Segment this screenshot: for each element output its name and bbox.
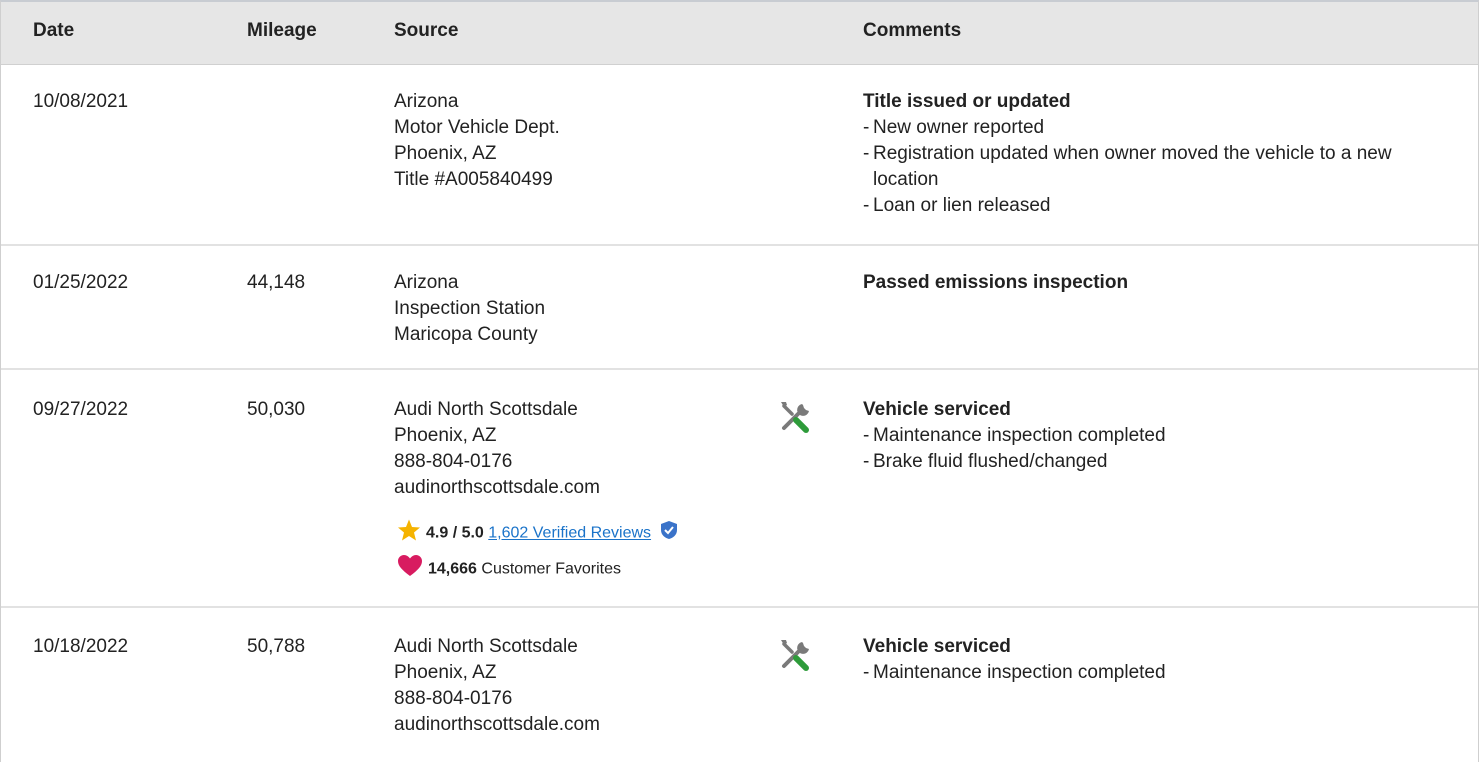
source-line: 888-804-0176 [394, 451, 513, 472]
comment-item: Maintenance inspection completed [863, 423, 1463, 449]
row-source: Audi North Scottsdale Phoenix, AZ 888-80… [394, 634, 600, 738]
comment-title: Vehicle serviced [863, 399, 1011, 420]
source-line: Audi North Scottsdale [394, 399, 578, 420]
row-date: 10/18/2022 [33, 636, 129, 657]
verified-badge-icon [660, 520, 678, 547]
source-line: audinorthscottsdale.com [394, 477, 600, 498]
source-line: Maricopa County [394, 324, 538, 345]
row-source: Arizona Inspection Station Maricopa Coun… [394, 270, 545, 348]
row-mileage: 50,788 [247, 636, 306, 657]
row-date: 09/27/2022 [33, 399, 129, 420]
verified-reviews-link[interactable]: 1,602 Verified Reviews [488, 525, 651, 542]
table-row: 10/18/2022 50,788 Audi North Scottsdale … [1, 608, 1478, 768]
source-line: Phoenix, AZ [394, 662, 497, 683]
source-line: Title #A005840499 [394, 169, 553, 190]
table-header: Date Mileage Source Comments [1, 2, 1478, 65]
favorites-label: Customer Favorites [481, 560, 621, 578]
customer-favorites: 14,666 Customer Favorites [397, 554, 621, 585]
source-line: 888-804-0176 [394, 688, 513, 709]
service-wrench-icon [778, 636, 816, 674]
header-source: Source [394, 20, 459, 41]
table-row: 01/25/2022 44,148 Arizona Inspection Sta… [1, 246, 1478, 370]
vehicle-history-table: Date Mileage Source Comments 10/08/2021 … [0, 0, 1479, 762]
source-line: Arizona [394, 272, 459, 293]
source-line: Arizona [394, 91, 459, 112]
comment-item: Registration updated when owner moved th… [863, 141, 1453, 193]
row-date: 10/08/2021 [33, 91, 129, 112]
favorites-count: 14,666 [428, 560, 477, 578]
row-comments: Vehicle serviced Maintenance inspection … [863, 397, 1463, 475]
comment-title: Passed emissions inspection [863, 272, 1129, 293]
source-line: Motor Vehicle Dept. [394, 117, 560, 138]
source-line: Audi North Scottsdale [394, 636, 578, 657]
source-line: Phoenix, AZ [394, 425, 497, 446]
row-source: Audi North Scottsdale Phoenix, AZ 888-80… [394, 397, 600, 501]
source-line: Inspection Station [394, 298, 546, 319]
row-comments: Passed emissions inspection [863, 270, 1463, 296]
comment-item: New owner reported [863, 115, 1463, 141]
star-icon [397, 518, 421, 549]
row-comments: Vehicle serviced Maintenance inspection … [863, 634, 1463, 686]
table-row: 09/27/2022 50,030 Audi North Scottsdale … [1, 370, 1478, 608]
row-mileage: 44,148 [247, 272, 306, 293]
row-date: 01/25/2022 [33, 272, 129, 293]
row-comments: Title issued or updated New owner report… [863, 89, 1463, 219]
table-row: 10/08/2021 Arizona Motor Vehicle Dept. P… [1, 64, 1478, 246]
service-wrench-icon [778, 398, 816, 436]
header-date: Date [33, 20, 75, 41]
header-mileage: Mileage [247, 20, 317, 41]
row-mileage: 50,030 [247, 399, 306, 420]
comment-title: Title issued or updated [863, 91, 1071, 112]
heart-icon [397, 554, 423, 585]
comment-item: Maintenance inspection completed [863, 660, 1463, 686]
source-line: Phoenix, AZ [394, 143, 497, 164]
comment-item: Loan or lien released [863, 193, 1463, 219]
comment-title: Vehicle serviced [863, 636, 1011, 657]
dealer-rating: 4.9 / 5.0 1,602 Verified Reviews [397, 518, 683, 549]
comment-item: Brake fluid flushed/changed [863, 449, 1463, 475]
header-comments: Comments [863, 20, 962, 41]
rating-score: 4.9 / 5.0 [426, 524, 484, 542]
source-line: audinorthscottsdale.com [394, 714, 600, 735]
row-source: Arizona Motor Vehicle Dept. Phoenix, AZ … [394, 89, 560, 193]
